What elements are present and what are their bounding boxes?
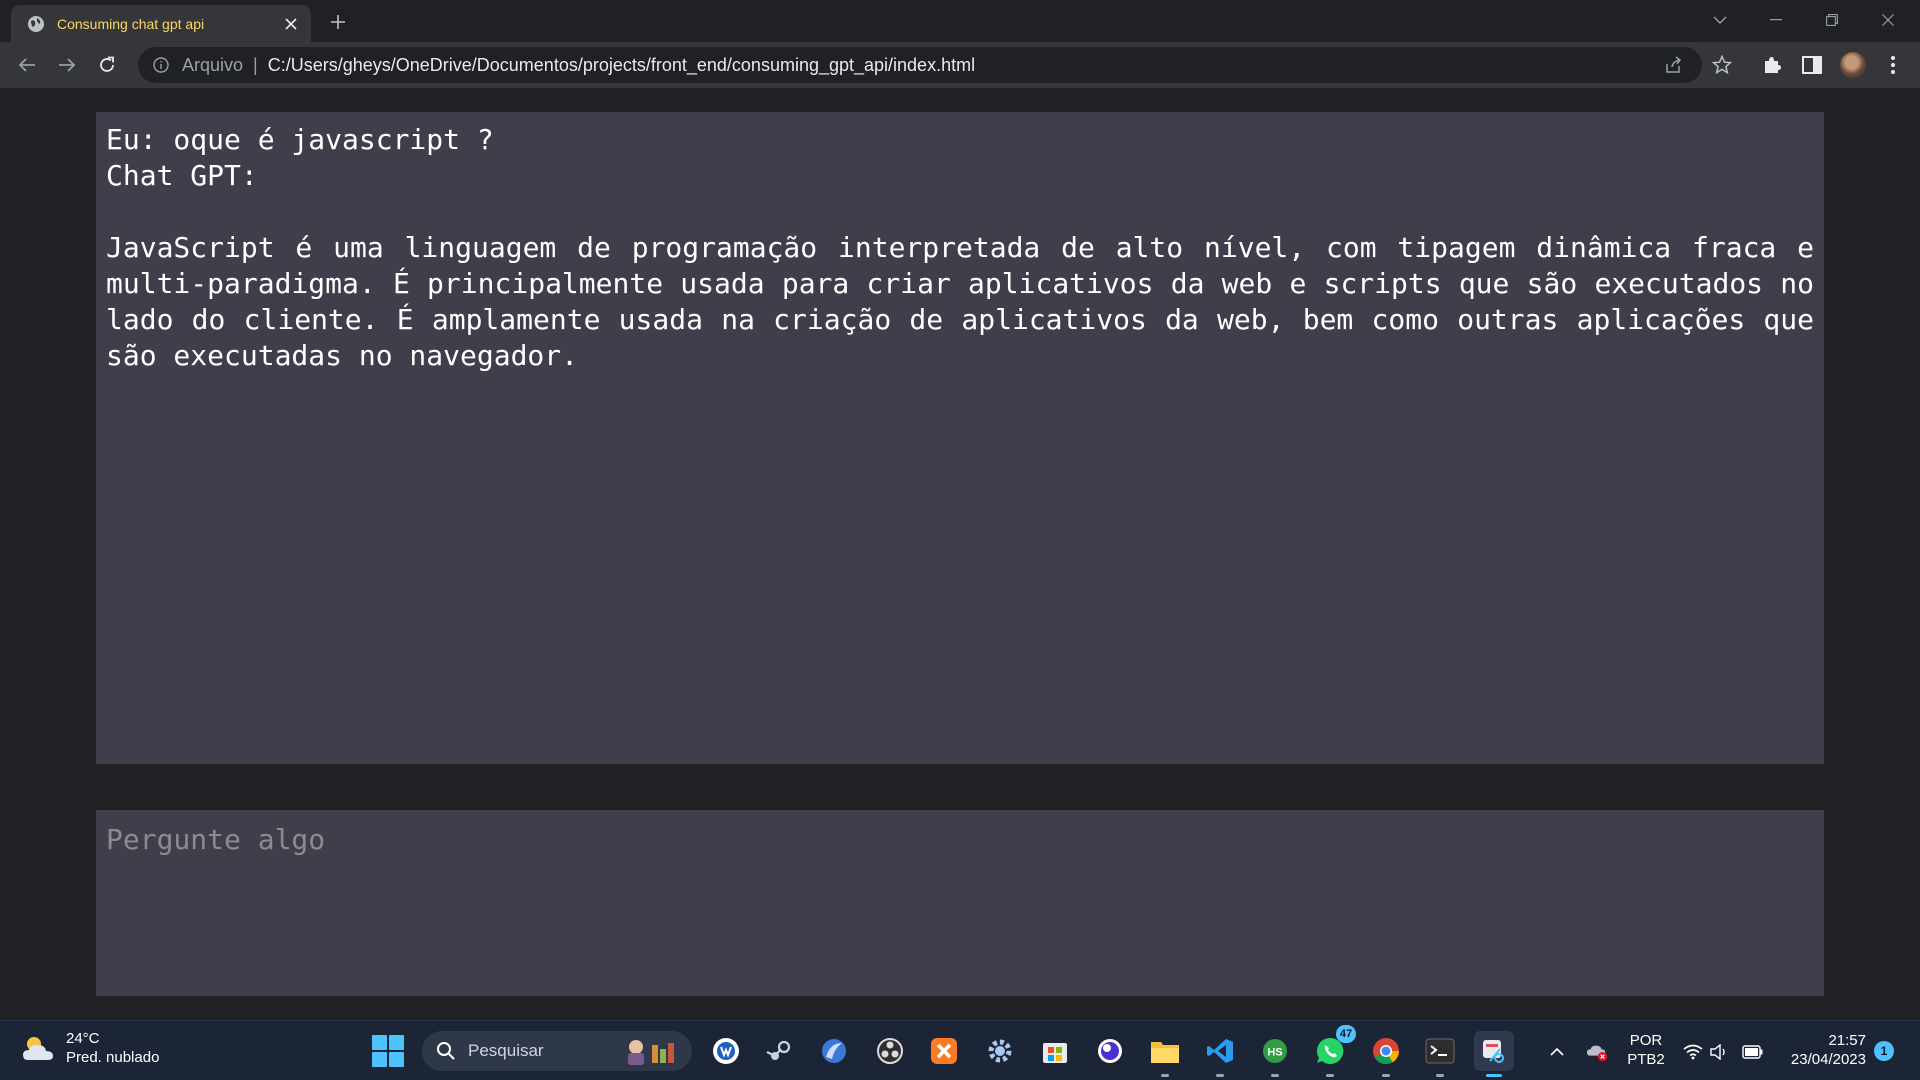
tab-title: Consuming chat gpt api <box>57 15 205 32</box>
search-highlight-illustration-icon <box>628 1040 674 1065</box>
clock-date: 23/04/2023 <box>1790 1051 1866 1068</box>
whatsapp-icon[interactable]: 47 <box>1310 1025 1356 1077</box>
terminal-icon[interactable] <box>1420 1031 1460 1077</box>
taskbar: 24°C Pred. nublado Pesquisar HS 47 POR P… <box>0 1020 1920 1080</box>
chrome-icon[interactable] <box>1366 1031 1406 1077</box>
bookmark-star-icon[interactable] <box>1710 53 1734 77</box>
onedrive-error-icon[interactable] <box>1586 1041 1608 1063</box>
microsoft-store-icon[interactable] <box>1035 1031 1075 1071</box>
bot-answer: JavaScript é uma linguagem de programaçã… <box>106 231 1814 372</box>
chat-output-panel: Eu: oque é javascript ? Chat GPT: JavaSc… <box>96 112 1824 764</box>
whatsapp-unread-badge: 47 <box>1336 1025 1356 1043</box>
restore-icon[interactable] <box>1804 0 1860 40</box>
info-icon[interactable] <box>152 56 170 74</box>
weather-widget[interactable]: 24°C Pred. nublado <box>20 1029 159 1067</box>
weather-temperature: 24°C <box>66 1030 100 1047</box>
widget-app-icon[interactable] <box>706 1031 746 1071</box>
side-panel-icon[interactable] <box>1800 53 1824 77</box>
wifi-icon[interactable] <box>1682 1041 1704 1063</box>
obs-icon[interactable] <box>870 1031 910 1071</box>
new-tab-icon[interactable] <box>326 10 350 34</box>
file-scheme-label: Arquivo <box>182 54 244 75</box>
reload-icon[interactable] <box>91 49 123 81</box>
browser-app-icon[interactable] <box>814 1031 854 1071</box>
browser-toolbar: Arquivo | C:/Users/gheys/OneDrive/Docume… <box>0 42 1920 88</box>
show-hidden-icons-chevron-icon[interactable] <box>1546 1041 1568 1063</box>
snipping-tool-icon[interactable] <box>1474 1031 1514 1077</box>
browser-tab-active[interactable]: Consuming chat gpt api <box>11 5 311 42</box>
search-label: Pesquisar <box>468 1041 544 1060</box>
keyboard-layout: PTB2 <box>1627 1051 1665 1068</box>
battery-charging-icon[interactable] <box>1742 1041 1764 1063</box>
globe-icon <box>27 15 45 33</box>
clock-time: 21:57 <box>1828 1032 1866 1049</box>
page-content: Eu: oque é javascript ? Chat GPT: JavaSc… <box>0 88 1920 1020</box>
profile-avatar[interactable] <box>1840 52 1866 78</box>
vscode-icon[interactable] <box>1200 1031 1240 1077</box>
clock[interactable]: 21:57 23/04/2023 <box>1780 1031 1866 1069</box>
settings-gear-icon[interactable] <box>980 1031 1020 1071</box>
svg-text:HS: HS <box>1267 1047 1282 1059</box>
close-tab-icon[interactable] <box>281 14 301 34</box>
file-explorer-icon[interactable] <box>1145 1031 1185 1077</box>
xampp-icon[interactable] <box>924 1031 964 1071</box>
tab-strip: Consuming chat gpt api <box>0 0 1920 42</box>
tab-search-chevron-icon[interactable] <box>1692 0 1748 40</box>
partly-cloudy-icon <box>23 1037 53 1060</box>
input-language-indicator[interactable]: POR PTB2 <box>1624 1031 1668 1069</box>
kebab-menu-icon[interactable] <box>1881 53 1905 77</box>
address-bar[interactable]: Arquivo | C:/Users/gheys/OneDrive/Docume… <box>138 47 1702 83</box>
notification-count-badge[interactable]: 1 <box>1874 1041 1894 1061</box>
search-icon <box>437 1042 455 1060</box>
steam-icon[interactable] <box>760 1031 800 1071</box>
taskbar-search[interactable]: Pesquisar <box>422 1031 692 1071</box>
forward-arrow-icon[interactable] <box>51 49 83 81</box>
minimize-icon[interactable] <box>1748 0 1804 40</box>
windows-start-icon[interactable] <box>372 1035 404 1067</box>
bot-label: Chat GPT: <box>106 159 258 192</box>
app-circle-icon[interactable] <box>1090 1031 1130 1071</box>
back-arrow-icon[interactable] <box>11 49 43 81</box>
language-code: POR <box>1629 1032 1663 1049</box>
url-text[interactable]: C:/Users/gheys/OneDrive/Documentos/proje… <box>268 55 975 76</box>
question-input[interactable] <box>96 810 1824 996</box>
share-icon[interactable] <box>1662 53 1686 77</box>
weather-condition: Pred. nublado <box>66 1049 160 1066</box>
user-message: Eu: oque é javascript ? <box>106 123 494 156</box>
speaker-volume-icon[interactable] <box>1708 1041 1730 1063</box>
address-separator: | <box>253 54 258 75</box>
close-window-icon[interactable] <box>1860 0 1916 40</box>
extensions-puzzle-icon[interactable] <box>1760 53 1784 77</box>
hs-app-icon[interactable]: HS <box>1255 1031 1295 1077</box>
